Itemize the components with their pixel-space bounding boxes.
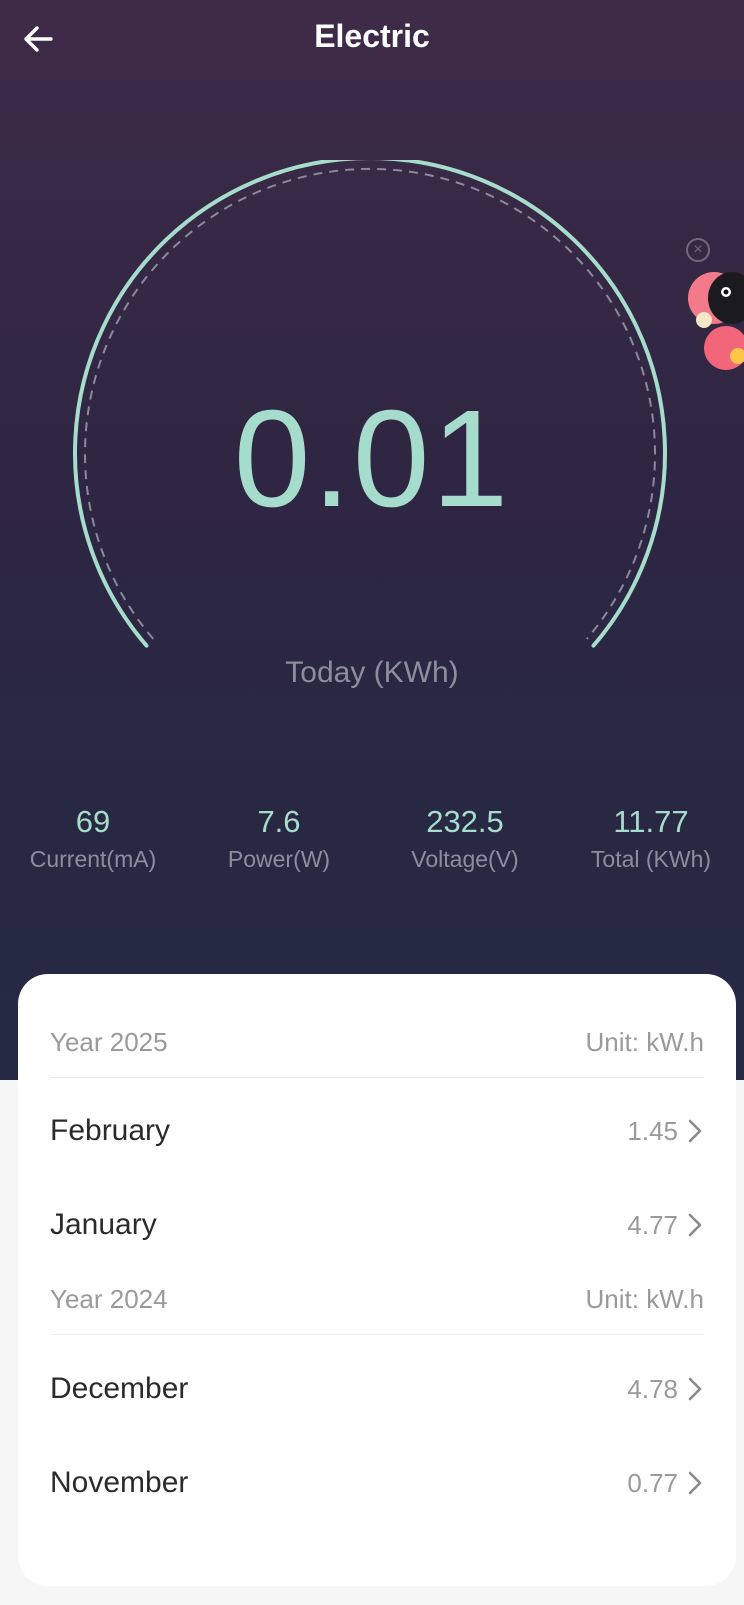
history-card: Year 2025 Unit: kW.h February 1.45 Janua… <box>18 974 736 1586</box>
month-row-november[interactable]: November 0.77 <box>50 1436 704 1530</box>
chevron-right-icon <box>688 1119 702 1143</box>
today-energy-label: Today (KWh) <box>285 656 459 689</box>
year-label: Year 2025 <box>50 1027 168 1057</box>
month-row-december[interactable]: December 4.78 <box>50 1342 704 1436</box>
stat-label: Power(W) <box>227 846 331 872</box>
stat-power: 7.6 Power(W) <box>186 800 372 890</box>
top-bar: Electric <box>0 0 744 76</box>
unit-label: Unit: kW.h <box>585 1027 704 1057</box>
stat-current: 69 Current(mA) <box>0 800 186 890</box>
stat-voltage: 232.5 Voltage(V) <box>372 800 558 890</box>
today-energy-value: 0.01 <box>233 382 511 536</box>
month-name: December <box>50 1372 189 1405</box>
page-title: Electric <box>314 18 430 54</box>
month-row-january[interactable]: January 4.77 <box>50 1178 704 1272</box>
year-header-2024: Year 2024 Unit: kW.h <box>50 1265 704 1335</box>
stat-total: 11.77 Total (KWh) <box>558 800 744 890</box>
chevron-right-icon <box>688 1377 702 1401</box>
year-label: Year 2024 <box>50 1284 168 1314</box>
stat-label: Total (KWh) <box>590 846 712 872</box>
stat-value: 69 <box>75 804 111 839</box>
month-row-february[interactable]: February 1.45 <box>50 1084 704 1178</box>
month-name: February <box>50 1114 171 1147</box>
chevron-right-icon <box>688 1213 702 1237</box>
stat-label: Voltage(V) <box>411 846 519 872</box>
month-name: January <box>50 1208 157 1241</box>
chevron-right-icon <box>688 1471 702 1495</box>
stat-value: 232.5 <box>426 804 504 839</box>
month-value: 4.77 <box>627 1209 678 1240</box>
month-name: November <box>50 1466 189 1499</box>
year-header-2025: Year 2025 Unit: kW.h <box>50 1008 704 1078</box>
stat-label: Current(mA) <box>29 846 157 872</box>
unit-label: Unit: kW.h <box>585 1284 704 1314</box>
month-value: 1.45 <box>627 1115 678 1146</box>
stat-value: 7.6 <box>257 804 301 839</box>
stat-value: 11.77 <box>613 804 689 839</box>
cat-heart-sticker[interactable] <box>680 236 744 386</box>
month-value: 4.78 <box>627 1373 678 1404</box>
month-value: 0.77 <box>627 1467 678 1498</box>
stats-row: 69 Current(mA) 7.6 Power(W) 232.5 Voltag… <box>0 800 744 890</box>
